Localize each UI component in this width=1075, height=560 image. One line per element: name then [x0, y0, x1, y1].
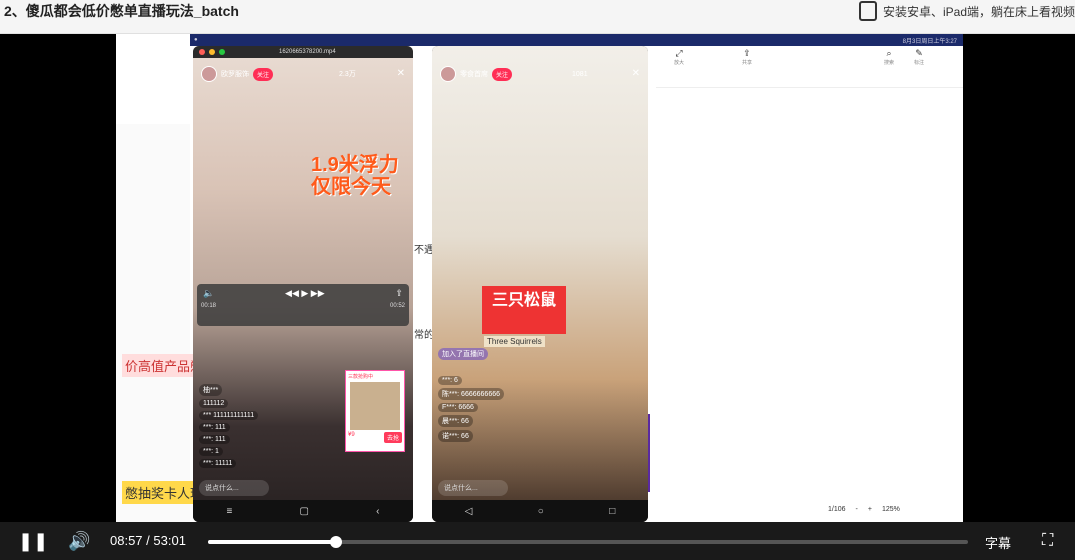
viewer-count: 1081 — [572, 70, 588, 78]
rewind-icon: ◀◀ ▶ ▶▶ — [285, 288, 325, 298]
volume-button[interactable]: 🔊 — [68, 530, 90, 552]
player-window-titlebar: 1620665378200.mp4 — [193, 46, 413, 58]
install-app-link[interactable]: 安装安卓、iPad端，躺在床上看视频 — [17, 0, 1075, 22]
home-icon: ▢ — [299, 505, 309, 517]
subtitles-button[interactable]: 字幕 — [985, 533, 1011, 552]
mac-menubar: ● 8月3日周日上午3:27 — [190, 34, 963, 46]
menu-icon: ≡ — [226, 505, 233, 517]
back-icon: ◁ — [464, 505, 473, 517]
host-info: 零食首席 关注 1081 — [440, 66, 588, 82]
back-icon: ‹ — [376, 505, 380, 517]
follow-button: 关注 — [253, 67, 274, 81]
live-stream-phone-1: 1620665378200.mp4 欧罗服饰 关注 2.3万 ✕ 1.9米浮力 … — [193, 46, 413, 522]
host-name: 欧罗服饰 — [221, 71, 249, 78]
live-stream-phone-2: 零食首席 关注 1081 ✕ 三只松鼠 Three Squirrels 加入了直… — [432, 46, 648, 522]
comment-list: 柚*** 111112 *** 111111111111 ***: 111 **… — [199, 384, 259, 471]
android-nav-bar: ≡ ▢ ‹ — [193, 500, 413, 522]
install-app-text: 安装安卓、iPad端，躺在床上看视频 — [882, 4, 1075, 19]
product-card: 三款抢购中 ¥9 去抢 — [345, 370, 405, 452]
host-info: 欧罗服饰 关注 2.3万 — [201, 66, 356, 82]
close-icon: ✕ — [631, 68, 640, 79]
promo-overlay: 1.9米浮力 仅限今天 — [311, 154, 399, 198]
product-image — [350, 382, 400, 430]
pen-button: ✎ 标注 — [913, 48, 924, 66]
pause-button[interactable]: ❚❚ — [18, 530, 48, 552]
apple-icon: ● — [194, 37, 198, 43]
join-notice: 加入了直播间 — [438, 348, 488, 363]
avatar — [201, 66, 217, 82]
time-display: 08:57 / 53:01 — [110, 533, 186, 548]
video-file-name: 1620665378200.mp4 — [279, 49, 336, 55]
video-player[interactable]: ● 8月3日周日上午3:27 ⤢ 放大 ⇪ 共享 ⌕ 搜索 ✎ 标注 价高值产品憋 憋抽… — [0, 34, 1075, 522]
share-icon: ⇪ — [395, 288, 403, 298]
document-left-strip — [116, 124, 190, 522]
fullscreen-button[interactable]: ⛶ — [1042, 530, 1053, 552]
recents-icon: □ — [609, 505, 616, 517]
product-brand-label: 三只松鼠 — [482, 286, 566, 334]
expand-button: ⤢ 放大 — [673, 48, 684, 66]
menubar-clock: 8月3日周日上午3:27 — [902, 38, 957, 45]
close-icon: ✕ — [396, 68, 405, 79]
viewer-count: 2.3万 — [339, 71, 356, 78]
search-button: ⌕ 搜索 — [883, 48, 894, 66]
progress-fill — [208, 540, 337, 544]
embedded-player-controls: 🔈 ◀◀ ▶ ▶▶ ⇪ 00:18 00:52 — [197, 284, 409, 326]
share-button: ⇪ 共享 — [741, 48, 752, 66]
follow-button: 关注 — [492, 67, 513, 81]
comment-input: 说点什么... — [199, 480, 269, 496]
comment-input: 说点什么... — [438, 480, 508, 496]
product-price: ¥9 — [348, 432, 355, 438]
progress-bar[interactable] — [208, 536, 968, 548]
comment-list: ***: 6 陈***: 6666666666 F***: 6666 晨***:… — [438, 376, 504, 445]
progress-thumb[interactable] — [330, 536, 343, 548]
doc-toolbar: ⤢ 放大 ⇪ 共享 ⌕ 搜索 ✎ 标注 — [656, 48, 963, 88]
product-buy-button: 去抢 — [383, 432, 402, 443]
slide-label-a: 不遇 — [414, 245, 434, 256]
android-nav-bar: ◁ ○ □ — [432, 500, 648, 522]
slide-label-b: 常的 — [414, 330, 434, 341]
doc-status-bar: 1/106 - + 125% — [828, 506, 900, 513]
product-brand-sub: Three Squirrels — [484, 336, 545, 347]
player-control-bar: ❚❚ 🔊 08:57 / 53:01 字幕 ⛶ — [0, 522, 1075, 560]
avatar — [440, 66, 456, 82]
volume-icon: 🔈 — [203, 288, 215, 298]
home-icon: ○ — [537, 505, 544, 517]
host-name: 零食首席 — [460, 71, 488, 78]
top-bar: 2、傻瓜都会低价憋单直播玩法_batch 安装安卓、iPad端，躺在床上看视频 — [0, 0, 1075, 34]
tablet-icon — [858, 1, 877, 21]
current-time: 08:57 — [110, 533, 143, 548]
total-time: 53:01 — [153, 533, 186, 548]
